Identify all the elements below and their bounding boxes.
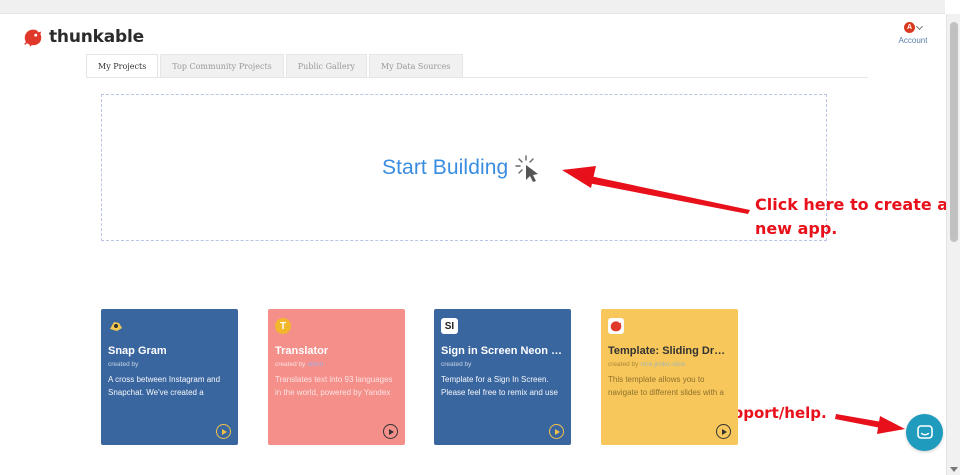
chat-icon — [916, 424, 933, 439]
play-icon — [721, 428, 727, 435]
start-building-label[interactable]: Start Building — [382, 156, 508, 180]
tab-public-gallery[interactable]: Public Gallery — [285, 54, 367, 77]
sign-in-icon: SI — [441, 318, 458, 334]
thunkable-icon — [608, 318, 624, 334]
template-project-list: Snap Gram created by A cross between Ins… — [101, 309, 741, 445]
play-button[interactable] — [549, 424, 564, 439]
project-description: This template allows you to navigate to … — [608, 375, 724, 397]
play-button[interactable] — [216, 424, 231, 439]
play-icon — [221, 428, 227, 435]
translator-icon: T — [275, 318, 291, 334]
chevron-down-icon[interactable] — [915, 22, 924, 30]
start-building-panel[interactable]: Start Building — [101, 94, 827, 241]
thunkable-logo-icon — [24, 29, 42, 47]
tab-divider — [86, 77, 868, 78]
tab-my-projects[interactable]: My Projects — [86, 54, 159, 77]
play-icon — [554, 428, 560, 435]
tab-my-data-sources[interactable]: My Data Sources — [368, 54, 463, 77]
cursor-click-icon — [515, 155, 539, 182]
project-description: Template for a Sign In Screen. Please fe… — [441, 375, 558, 397]
start-building-content[interactable]: Start Building — [382, 153, 544, 183]
browser-top-strip — [0, 0, 945, 14]
project-title: Template: Sliding Drawer — [608, 345, 731, 357]
project-tabs: My Projects Top Community Projects Publi… — [86, 54, 465, 77]
logo-text: thunkable — [49, 27, 144, 47]
project-card-translator[interactable]: T Translator created by albert Translates… — [268, 309, 405, 445]
arrow-to-support — [835, 414, 905, 434]
logo[interactable]: thunkable — [22, 26, 144, 48]
avatar[interactable]: A — [904, 22, 915, 33]
project-title: Translator — [275, 345, 329, 357]
project-card-sliding-drawer[interactable]: Template: Sliding Drawer created by nice-… — [601, 309, 738, 445]
project-author: created by — [108, 361, 139, 368]
callout-create-app: Click here to create a new app. — [755, 195, 949, 238]
play-icon — [388, 428, 394, 435]
project-author: created by nice-jimbo-slice — [608, 361, 686, 368]
project-card-snap-gram[interactable]: Snap Gram created by A cross between Ins… — [101, 309, 238, 445]
account-label[interactable]: Account — [893, 36, 933, 45]
project-author: created by albert — [275, 361, 324, 368]
account-avatar-row[interactable]: A — [893, 22, 933, 33]
play-button[interactable] — [716, 424, 731, 439]
account-menu[interactable]: A Account — [893, 22, 933, 45]
project-author: created by — [441, 361, 472, 368]
project-description: Translates text into 93 languages in the… — [275, 375, 393, 397]
project-title: Snap Gram — [108, 345, 167, 357]
project-description: A cross between Instagram and Snapchat. … — [108, 375, 221, 397]
project-title: Sign in Screen Neon Su... — [441, 345, 564, 357]
tab-top-community-projects[interactable]: Top Community Projects — [160, 54, 284, 77]
project-card-sign-in-screen[interactable]: SI Sign in Screen Neon Su... created by … — [434, 309, 571, 445]
snapchat-icon — [108, 318, 124, 334]
scrollbar-thumb[interactable] — [950, 22, 958, 242]
page-scrollbar[interactable] — [946, 14, 960, 475]
play-button[interactable] — [383, 424, 398, 439]
live-support-button[interactable] — [906, 414, 943, 451]
scroll-down-arrow-icon[interactable] — [950, 467, 958, 472]
